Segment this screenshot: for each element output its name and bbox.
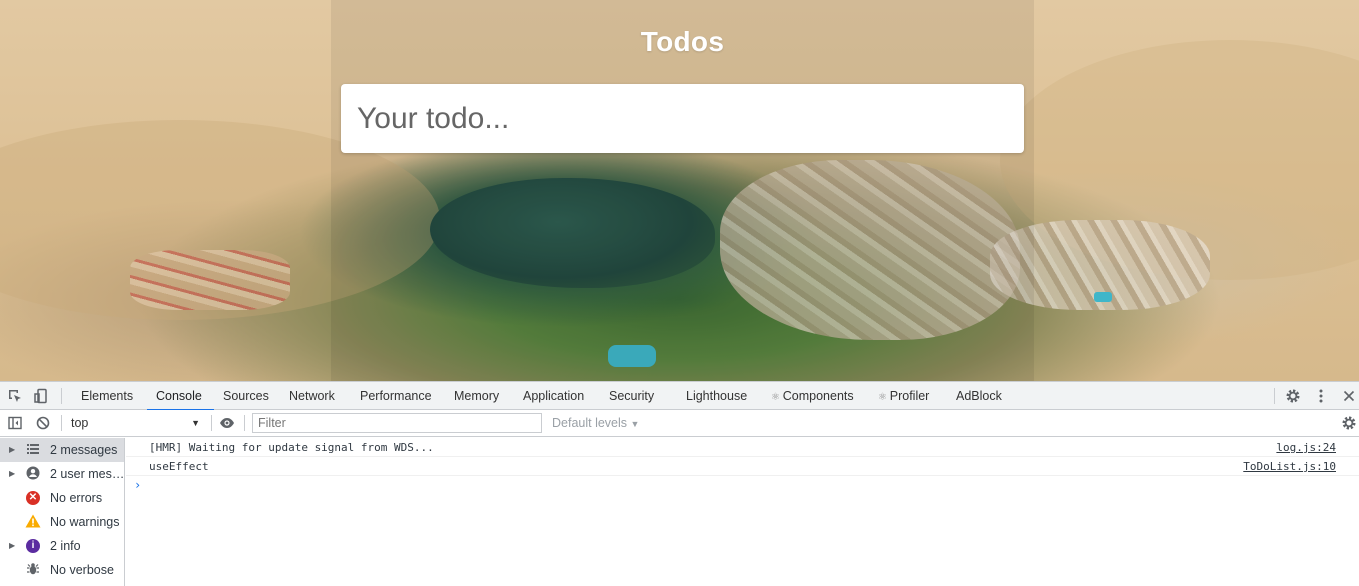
sidebar-item-errors[interactable]: ✕ No errors — [0, 486, 124, 510]
context-selector-value: top — [71, 416, 89, 430]
sidebar-item-info[interactable]: ▶ i 2 info — [0, 534, 124, 558]
sidebar-item-label: No errors — [50, 491, 103, 505]
log-levels-label: Default levels — [552, 416, 628, 430]
react-icon: ⚛ — [771, 392, 783, 403]
expand-triangle-icon[interactable]: ▶ — [9, 534, 15, 558]
tab-profiler-label: Profiler — [889, 389, 930, 403]
device-toolbar-icon[interactable] — [33, 388, 49, 404]
background-town — [130, 250, 290, 310]
user-icon — [25, 466, 41, 482]
tab-security[interactable]: Security — [607, 382, 656, 410]
context-selector[interactable]: top ▼ — [63, 413, 203, 433]
clear-console-icon[interactable] — [35, 415, 51, 431]
react-icon: ⚛ — [878, 392, 890, 403]
log-message: [HMR] Waiting for update signal from WDS… — [149, 441, 434, 454]
chevron-down-icon: ▼ — [630, 419, 640, 429]
app-title: Todos — [640, 26, 725, 57]
sidebar-item-label: 2 info — [50, 539, 81, 553]
divider — [244, 415, 245, 431]
tab-memory[interactable]: Memory — [452, 382, 501, 410]
sidebar-item-label: 2 messages — [50, 443, 118, 457]
tab-elements[interactable]: Elements — [79, 382, 135, 410]
list-icon — [25, 442, 41, 458]
warning-icon — [25, 514, 41, 530]
expand-triangle-icon[interactable]: ▶ — [9, 438, 15, 462]
console-sidebar: ▶ 2 messages ▶ 2 user mes… ✕ No errors N… — [0, 438, 125, 586]
console-prompt[interactable]: › — [134, 478, 141, 492]
tab-components[interactable]: ⚛ Components — [769, 382, 856, 410]
sidebar-item-label: 2 user mes… — [50, 467, 124, 481]
info-icon: i — [26, 539, 40, 553]
sidebar-item-label: No warnings — [50, 515, 120, 529]
console-messages: [HMR] Waiting for update signal from WDS… — [126, 438, 1359, 586]
app-viewport: Todos — [0, 0, 1359, 381]
sidebar-item-label: No verbose — [50, 563, 114, 577]
tab-sources[interactable]: Sources — [221, 382, 271, 410]
tab-lighthouse[interactable]: Lighthouse — [684, 382, 749, 410]
tab-components-label: Components — [782, 389, 854, 403]
close-icon[interactable] — [1341, 388, 1357, 404]
sidebar-item-verbose[interactable]: No verbose — [0, 558, 124, 582]
tab-network[interactable]: Network — [287, 382, 337, 410]
sidebar-item-warnings[interactable]: No warnings — [0, 510, 124, 534]
tab-profiler[interactable]: ⚛ Profiler — [876, 382, 931, 410]
sidebar-toggle-icon[interactable] — [7, 415, 23, 431]
more-options-icon[interactable] — [1313, 388, 1329, 404]
tab-adblock[interactable]: AdBlock — [954, 382, 1004, 410]
tab-console[interactable]: Console — [147, 382, 214, 411]
console-filter-input[interactable] — [252, 413, 542, 433]
devtools-panel: Elements Console Sources Network Perform… — [0, 381, 1359, 586]
inspect-element-icon[interactable] — [7, 388, 23, 404]
log-message: useEffect — [149, 460, 209, 473]
console-toolbar: top ▼ Default levels ▼ — [0, 410, 1359, 437]
log-source-link[interactable]: log.js:24 — [1276, 438, 1336, 457]
divider — [211, 415, 212, 431]
divider — [61, 415, 62, 431]
log-levels-dropdown[interactable]: Default levels ▼ — [552, 413, 639, 433]
divider — [1274, 388, 1275, 404]
tab-application[interactable]: Application — [521, 382, 586, 410]
settings-gear-icon[interactable] — [1285, 388, 1301, 404]
background-pool — [1094, 292, 1112, 302]
bug-icon — [25, 562, 41, 578]
divider — [61, 388, 62, 404]
console-log-row: [HMR] Waiting for update signal from WDS… — [126, 438, 1359, 457]
live-expression-eye-icon[interactable] — [219, 415, 235, 431]
console-settings-gear-icon[interactable] — [1341, 415, 1357, 431]
sidebar-item-messages[interactable]: ▶ 2 messages — [0, 438, 124, 462]
log-source-link[interactable]: ToDoList.js:10 — [1243, 457, 1336, 476]
error-icon: ✕ — [26, 491, 40, 505]
expand-triangle-icon[interactable]: ▶ — [9, 462, 15, 486]
devtools-tab-bar: Elements Console Sources Network Perform… — [0, 382, 1359, 411]
sidebar-item-user-messages[interactable]: ▶ 2 user mes… — [0, 462, 124, 486]
todo-input[interactable] — [341, 84, 1024, 153]
console-log-row: useEffect ToDoList.js:10 — [126, 457, 1359, 476]
chevron-down-icon: ▼ — [191, 418, 200, 428]
console-body: ▶ 2 messages ▶ 2 user mes… ✕ No errors N… — [0, 438, 1359, 586]
tab-performance[interactable]: Performance — [358, 382, 434, 410]
